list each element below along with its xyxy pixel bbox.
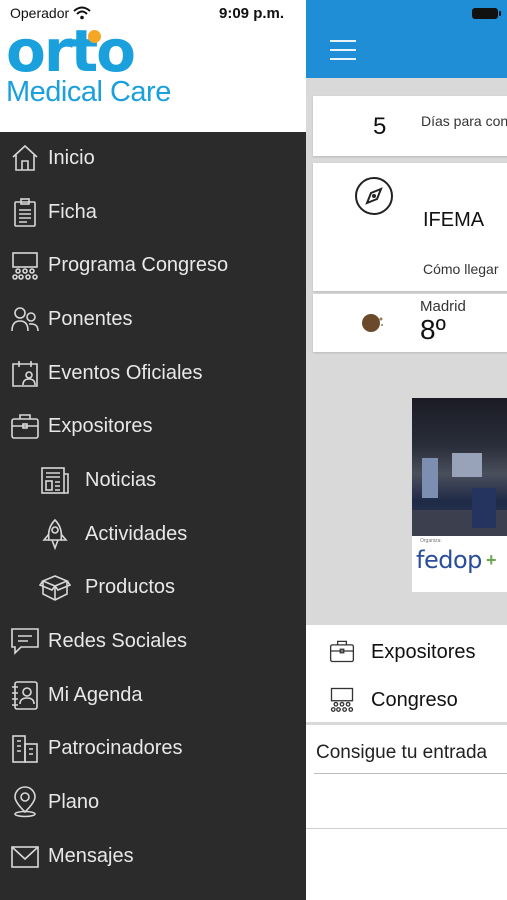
battery-icon (472, 8, 501, 19)
menu-label: Ponentes (48, 307, 133, 330)
menu-label: Mi Agenda (48, 683, 143, 706)
compass-icon (355, 177, 393, 215)
logo-subtitle: Medical Care (6, 76, 171, 108)
navigation-drawer: Operador 9:09 p.m. orto Medical Care Ini… (0, 0, 306, 900)
menu-label: Eventos Oficiales (48, 361, 203, 384)
menu-label: Mensajes (48, 844, 134, 867)
briefcase-icon (328, 637, 356, 665)
menu-item-eventos-oficiales[interactable]: Eventos Oficiales (0, 346, 306, 400)
menu-label: Actividades (85, 522, 188, 545)
menu-label: Productos (85, 575, 176, 598)
menu-item-noticias[interactable]: Noticias (0, 453, 306, 507)
venue-card[interactable]: IFEMA Cómo llegar (313, 163, 507, 291)
menu-label: Expositores (48, 414, 153, 437)
quick-link-expositores[interactable]: Expositores (306, 627, 507, 675)
get-ticket-link[interactable]: Consigue tu entrada (316, 742, 487, 764)
map-pin-icon (8, 785, 42, 819)
weather-city: Madrid (420, 298, 466, 315)
newspaper-icon (38, 463, 72, 497)
menu-label: Redes Sociales (48, 629, 187, 652)
weather-icon (362, 314, 383, 332)
plus-icon: + (486, 550, 497, 570)
quick-link-label: Expositores (371, 641, 476, 663)
menu-label: Patrocinadores (48, 736, 183, 759)
menu-item-redes-sociales[interactable]: Redes Sociales (0, 614, 306, 668)
menu-item-ficha[interactable]: Ficha (0, 185, 306, 239)
rocket-icon (38, 517, 72, 551)
divider (314, 773, 507, 774)
drawer-header: Operador 9:09 p.m. orto Medical Care (0, 0, 306, 132)
chat-icon (8, 624, 42, 658)
menu-item-mensajes[interactable]: Mensajes (0, 829, 306, 883)
menu-label: Plano (48, 790, 100, 813)
menu-item-plano[interactable]: Plano (0, 775, 306, 829)
top-app-bar (306, 0, 507, 78)
menu-item-patrocinadores[interactable]: Patrocinadores (0, 721, 306, 775)
quick-link-congreso[interactable]: Congreso (306, 675, 507, 723)
home-icon (8, 141, 42, 175)
main-content: 5 Días para con IFEMA Cómo llegar Madrid… (306, 0, 507, 900)
days-count: 5 (373, 113, 387, 140)
banner-organizer-label: Organiza: (420, 538, 442, 544)
days-label: Días para con (421, 113, 507, 129)
divider (306, 722, 507, 725)
weather-card: Madrid 8º (313, 294, 507, 352)
menu-item-inicio[interactable]: Inicio (0, 131, 306, 185)
menu-item-productos[interactable]: Productos (0, 560, 306, 614)
venue-name: IFEMA (423, 209, 485, 231)
people-icon (8, 302, 42, 336)
menu-label: Ficha (48, 200, 97, 223)
logo-dot (88, 30, 101, 43)
menu-item-actividades[interactable]: Actividades (0, 507, 306, 561)
agenda-icon (8, 678, 42, 712)
menu-item-expositores[interactable]: Expositores (0, 399, 306, 453)
box-icon (38, 570, 72, 604)
clipboard-icon (8, 195, 42, 229)
weather-temperature: 8º (420, 314, 446, 345)
menu-item-programa-congreso[interactable]: Programa Congreso (0, 238, 306, 292)
quick-link-label: Congreso (371, 689, 458, 711)
quick-links-panel: Expositores Congreso (306, 625, 507, 828)
envelope-icon (8, 839, 42, 873)
status-time: 9:09 p.m. (219, 5, 285, 22)
menu-item-mi-agenda[interactable]: Mi Agenda (0, 668, 306, 722)
audience-icon (8, 248, 42, 282)
directions-link[interactable]: Cómo llegar (423, 261, 498, 277)
countdown-card: 5 Días para con (313, 96, 507, 156)
briefcase-icon (8, 409, 42, 443)
menu-label: Noticias (85, 468, 157, 491)
sponsor-banner[interactable]: Organiza: fedop + (412, 398, 507, 592)
menu-label: Inicio (48, 146, 95, 169)
footer-area (306, 828, 507, 900)
banner-brand: fedop (416, 546, 482, 574)
calendar-person-icon (8, 356, 42, 390)
buildings-icon (8, 731, 42, 765)
hamburger-menu-icon[interactable] (330, 40, 356, 60)
audience-icon (328, 685, 356, 713)
menu-label: Programa Congreso (48, 253, 229, 276)
banner-photo (412, 398, 507, 536)
logo-wordmark: orto (6, 17, 136, 85)
menu-item-ponentes[interactable]: Ponentes (0, 292, 306, 346)
